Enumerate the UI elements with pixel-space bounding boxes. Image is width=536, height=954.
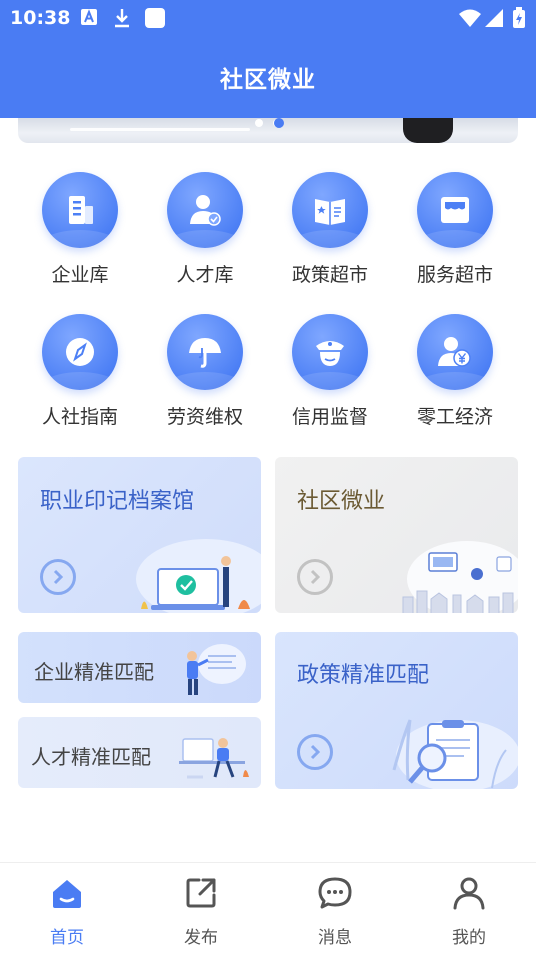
grid-item-talent-library[interactable]: 人才库 — [145, 172, 265, 302]
person-check-icon — [167, 172, 243, 248]
grid-item-labor-rights[interactable]: 劳资维权 — [145, 314, 265, 444]
grid-label: 信用监督 — [291, 406, 368, 428]
carousel-dot[interactable] — [255, 119, 263, 127]
enterprise-match-card[interactable]: 企业精准匹配 — [18, 632, 261, 703]
status-bar: 10:38 — [0, 0, 536, 36]
officer-icon — [292, 314, 368, 390]
grid-item-credit-supervision[interactable]: 信用监督 — [270, 314, 390, 444]
grid-item-gig-economy[interactable]: 零工经济 — [395, 314, 515, 444]
carousel-dot-active[interactable] — [274, 118, 284, 128]
grid-item-policy-market[interactable]: 政策超市 — [270, 172, 390, 302]
signal-icon — [485, 9, 503, 27]
policy-book-icon — [292, 172, 368, 248]
status-time: 10:38 — [10, 7, 71, 29]
nav-item-mine[interactable]: 我的 — [402, 863, 536, 954]
nav-label-mine: 我的 — [452, 928, 486, 948]
share-icon — [186, 878, 216, 908]
grid-label: 企业库 — [51, 264, 109, 286]
nav-item-home[interactable]: 首页 — [0, 863, 134, 954]
community-micro-illustration — [402, 541, 518, 613]
nav-item-publish[interactable]: 发布 — [134, 863, 268, 954]
grid-label: 劳资维权 — [166, 406, 243, 428]
grid-item-hr-guide[interactable]: 人社指南 — [20, 314, 140, 444]
grid-item-enterprise-library[interactable]: 企业库 — [20, 172, 140, 302]
nav-label-publish: 发布 — [184, 928, 218, 948]
community-micro-card[interactable]: 社区微业 — [275, 457, 518, 613]
download-icon — [115, 9, 129, 28]
banner-carousel[interactable] — [18, 118, 518, 143]
nav-label-messages: 消息 — [318, 928, 352, 948]
grid-item-service-market[interactable]: 服务超市 — [395, 172, 515, 302]
grid-label: 服务超市 — [416, 264, 493, 286]
talent-match-card[interactable]: 人才精准匹配 — [18, 717, 261, 788]
wifi-icon — [459, 9, 481, 27]
yuan-person-icon — [417, 314, 493, 390]
nav-item-messages[interactable]: 消息 — [268, 863, 402, 954]
grid-label: 零工经济 — [416, 406, 493, 428]
building-icon — [42, 172, 118, 248]
archive-card-title: 职业印记档案馆 — [40, 489, 195, 514]
app-square-icon — [145, 8, 165, 28]
policy-match-arrow-icon[interactable] — [297, 734, 333, 770]
enterprise-match-illustration — [187, 644, 246, 695]
page-title: 社区微业 — [220, 67, 316, 93]
community-micro-card-title: 社区微业 — [297, 489, 386, 514]
archive-arrow-icon[interactable] — [40, 559, 76, 595]
store-icon — [417, 172, 493, 248]
archive-card[interactable]: 职业印记档案馆 — [18, 457, 261, 613]
grid-label: 人才库 — [176, 264, 234, 286]
bottom-nav: 首页 发布 消息 我的 — [0, 862, 536, 954]
banner-figure-image — [403, 118, 453, 143]
compass-icon — [42, 314, 118, 390]
community-micro-arrow-icon[interactable] — [297, 559, 333, 595]
battery-icon — [513, 7, 525, 28]
archive-illustration — [136, 539, 261, 613]
grid-label: 人社指南 — [41, 406, 118, 428]
talent-match-card-title: 人才精准匹配 — [31, 745, 151, 769]
enterprise-match-card-title: 企业精准匹配 — [34, 660, 154, 684]
nav-label-home: 首页 — [50, 928, 84, 948]
policy-match-card[interactable]: 政策精准匹配 — [275, 632, 518, 789]
message-icon — [318, 877, 352, 909]
policy-match-illustration — [392, 719, 518, 789]
keyboard-a-icon — [81, 9, 97, 25]
umbrella-icon — [167, 314, 243, 390]
banner-light-streak — [70, 128, 250, 131]
user-icon — [453, 877, 485, 910]
home-icon — [53, 880, 81, 908]
talent-match-illustration — [179, 738, 249, 779]
policy-match-card-title: 政策精准匹配 — [297, 663, 430, 688]
grid-label: 政策超市 — [291, 264, 368, 286]
app-header: 10:38 社区微业 — [0, 0, 536, 118]
